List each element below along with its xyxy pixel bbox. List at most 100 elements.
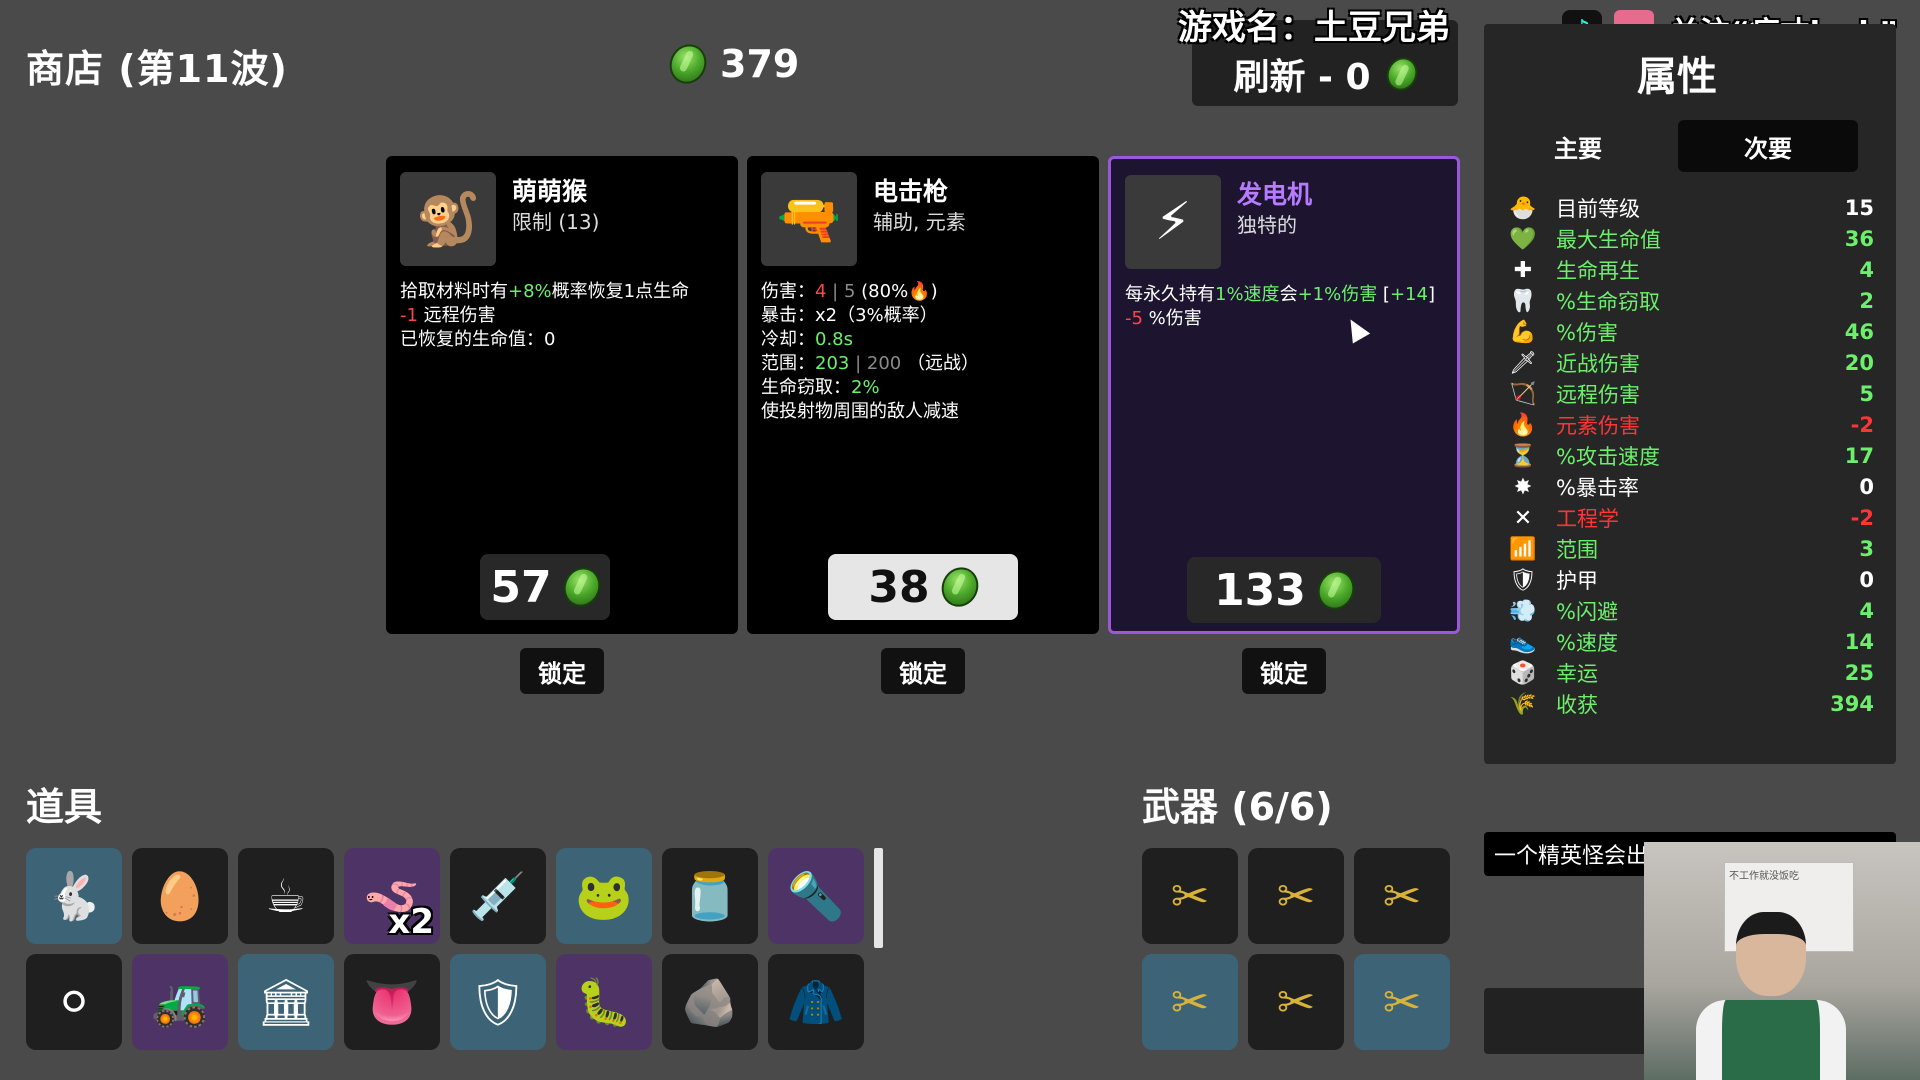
item-slot[interactable]: 🫙 <box>662 848 758 944</box>
tongue-item-icon: 👅 <box>363 974 421 1029</box>
lock-button-1[interactable]: 锁定 <box>520 648 604 694</box>
item-slot[interactable]: 🐇 <box>26 848 122 944</box>
tower-item-icon: 🏛 <box>256 974 316 1029</box>
item-slot[interactable]: 💉 <box>450 848 546 944</box>
stat-icon: 🦷 <box>1509 288 1537 314</box>
card-description: 伤害：4 | 5 (80%🔥) 暴击：x2（3%概率） 冷却：0.8s 范围：203 … <box>761 280 1089 424</box>
card-desc-line: 生命窃取：2% <box>761 376 1089 400</box>
item-slot[interactable]: 🪨 <box>662 954 758 1050</box>
stat-row[interactable]: 💪 %伤害 46 <box>1508 318 1874 346</box>
card-desc-segment: 已恢复的生命值：0 <box>400 329 556 350</box>
lock-button-3[interactable]: 锁定 <box>1242 648 1326 694</box>
stat-value: 0 <box>1859 475 1874 499</box>
card-description: 每永久持有1%速度会+1%伤害 [+14] -5 %伤害 <box>1125 283 1447 331</box>
card-desc-segment: ] <box>1427 284 1435 305</box>
monkey-icon: 🐒 <box>400 172 496 266</box>
weapon-slot[interactable]: ✂ <box>1248 848 1344 944</box>
stat-value: 46 <box>1844 320 1874 344</box>
stat-row[interactable]: ⏳ %攻击速度 17 <box>1508 442 1874 470</box>
card-desc-segment: -5 <box>1125 308 1143 329</box>
stat-row[interactable]: 🎲 幸运 25 <box>1508 659 1874 687</box>
card-desc-segment: 远程伤害 <box>417 305 496 326</box>
item-slot[interactable]: 🪱 x2 <box>344 848 440 944</box>
stat-row[interactable]: ✚ 生命再生 4 <box>1508 256 1874 284</box>
pruner-weapon-icon: ✂ <box>1170 975 1210 1029</box>
weapon-slot[interactable]: ✂ <box>1354 954 1450 1050</box>
stat-icon: ⏳ <box>1509 443 1537 469</box>
card-desc-segment: 0.8s <box>815 329 854 350</box>
stat-row[interactable]: 🐣 目前等级 15 <box>1508 194 1874 222</box>
stat-value: 5 <box>1859 382 1874 406</box>
buy-button[interactable]: 38 <box>828 554 1018 620</box>
tab-secondary[interactable]: 次要 <box>1678 120 1858 172</box>
card-desc-segment: +1%伤害 <box>1297 284 1378 305</box>
armor-item-icon: 🛡 <box>468 974 528 1029</box>
shop-card-2[interactable]: 🔫 电击枪 辅助, 元素 伤害：4 | 5 (80%🔥) 暴击：x2（3%概率）冷… <box>747 156 1099 634</box>
item-slot[interactable]: 🐛 <box>556 954 652 1050</box>
item-slot[interactable]: 🏛 <box>238 954 334 1050</box>
stat-row[interactable]: 💚 最大生命值 36 <box>1508 225 1874 253</box>
items-scrollbar[interactable] <box>874 848 883 948</box>
reroll-label: 刷新 - 0 <box>1233 57 1371 98</box>
stat-row[interactable]: 🛡 护甲 0 <box>1508 566 1874 594</box>
price-value: 133 <box>1214 564 1306 616</box>
stat-row[interactable]: 👟 %速度 14 <box>1508 628 1874 656</box>
horn-item-icon: 🔦 <box>787 868 845 923</box>
card-desc-segment: 4 <box>815 281 827 302</box>
item-slot[interactable]: 🥚 <box>132 848 228 944</box>
card-desc-segment: 使投射物周围的敌人减速 <box>761 401 959 422</box>
card-name: 电击枪 <box>873 177 949 206</box>
stat-row[interactable]: 🏹 远程伤害 5 <box>1508 380 1874 408</box>
shop-card-1[interactable]: 🐒 萌萌猴 限制 (13) 拾取材料时有+8%概率恢复1点生命 -1 远程伤害 已恢… <box>386 156 738 634</box>
stat-value: 17 <box>1844 444 1874 468</box>
stat-row[interactable]: ✸ %暴击率 0 <box>1508 473 1874 501</box>
item-slot[interactable]: ☕ <box>238 848 334 944</box>
item-slot[interactable]: 🐸 <box>556 848 652 944</box>
item-count-badge: x2 <box>388 902 434 942</box>
stat-row[interactable]: 🌾 收获 394 <box>1508 690 1874 718</box>
buy-button[interactable]: 57 <box>480 554 610 620</box>
weapon-slot[interactable]: ✂ <box>1354 848 1450 944</box>
weapon-slot[interactable]: ✂ <box>1248 954 1344 1050</box>
item-slot[interactable]: 🚜 <box>132 954 228 1050</box>
stat-row[interactable]: ✕ 工程学 -2 <box>1508 504 1874 532</box>
stat-label: %暴击率 <box>1556 476 1639 500</box>
stat-row[interactable]: 📶 范围 3 <box>1508 535 1874 563</box>
price-value: 57 <box>490 561 552 613</box>
item-slot[interactable]: 🧥 <box>768 954 864 1050</box>
stat-row[interactable]: 🔥 元素伤害 -2 <box>1508 411 1874 439</box>
card-desc-segment: %伤害 <box>1142 308 1202 329</box>
weapon-slot[interactable]: ✂ <box>1142 848 1238 944</box>
card-desc-line: 暴击：x2（3%概率） <box>761 304 1089 328</box>
lock-button-2[interactable]: 锁定 <box>881 648 965 694</box>
item-slot[interactable]: 🔦 <box>768 848 864 944</box>
pruner-weapon-icon: ✂ <box>1276 975 1316 1029</box>
stat-row[interactable]: 💨 %闪避 4 <box>1508 597 1874 625</box>
stat-value: 36 <box>1844 227 1874 251</box>
shop-card-3[interactable]: ⚡ 发电机 独特的 每永久持有1%速度会+1%伤害 [+14] -5 %伤害 13… <box>1108 156 1460 634</box>
price-value: 38 <box>868 561 930 613</box>
stat-row[interactable]: 🗡 近战伤害 20 <box>1508 349 1874 377</box>
item-slot[interactable]: ⚪ <box>26 954 122 1050</box>
syringe-item-icon: 💉 <box>469 868 527 923</box>
card-desc-line: 每永久持有1%速度会+1%伤害 [+14] <box>1125 283 1447 307</box>
gold-counter: 379 <box>663 38 799 90</box>
card-desc-line: 已恢复的生命值：0 <box>400 328 728 352</box>
stat-value: 394 <box>1830 692 1874 716</box>
card-name: 发电机 <box>1237 180 1313 209</box>
item-slot[interactable]: 🛡 <box>450 954 546 1050</box>
card-subtitle: 限制 (13) <box>512 210 600 234</box>
stat-icon: 🗡 <box>1509 350 1537 376</box>
stat-label: 目前等级 <box>1556 197 1640 221</box>
tab-primary[interactable]: 主要 <box>1488 120 1668 172</box>
stat-row[interactable]: 🦷 %生命窃取 2 <box>1508 287 1874 315</box>
buy-button[interactable]: 133 <box>1187 557 1381 623</box>
weapon-slot[interactable]: ✂ <box>1142 954 1238 1050</box>
card-desc-line: 范围：203 | 200 （远战） <box>761 352 1089 376</box>
shop-title: 商店 (第11波) <box>26 47 288 91</box>
stream-game-name: 游戏名：土豆兄弟 <box>1178 8 1450 48</box>
tardigrade-item-icon: 🐛 <box>575 974 633 1029</box>
stat-label: 元素伤害 <box>1556 414 1640 438</box>
stat-icon: ✕ <box>1513 505 1533 531</box>
item-slot[interactable]: 👅 <box>344 954 440 1050</box>
